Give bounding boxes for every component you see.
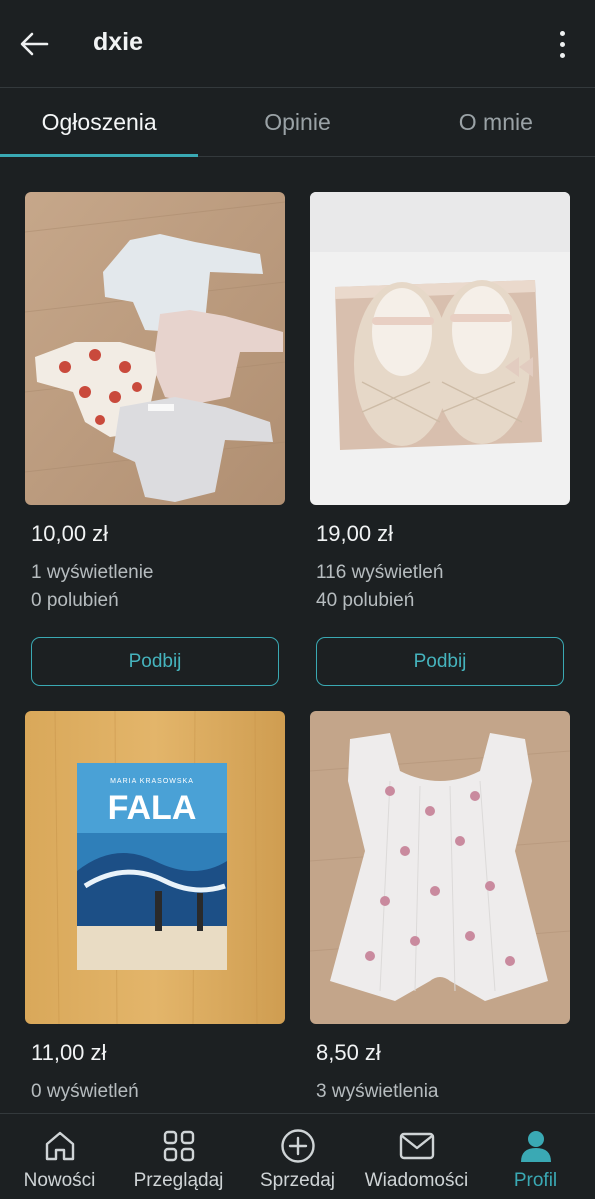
listing-views: 3 wyświetlenia: [316, 1081, 439, 1102]
home-icon: [43, 1128, 77, 1164]
baby-shoes-photo: [310, 192, 570, 505]
plus-circle-icon: [280, 1128, 316, 1164]
listings-grid: 10,00 zł 1 wyświetlenie 0 polubień Podbi…: [0, 158, 595, 1113]
top-bar: dxie: [0, 0, 595, 88]
listing-stats: 0 wyświetleń: [31, 1078, 285, 1106]
listing-views: 0 wyświetleń: [31, 1081, 139, 1102]
listing-stats: 116 wyświetleń 40 polubień: [316, 559, 570, 615]
page-title: dxie: [93, 28, 144, 56]
more-options-button[interactable]: [547, 24, 577, 64]
book-fala-photo: MARIA KRASOWSKA FALA: [25, 711, 285, 1024]
nav-item-messages[interactable]: Wiadomości: [357, 1114, 476, 1199]
floral-romper-photo: [310, 711, 570, 1024]
back-button[interactable]: [14, 24, 54, 64]
nav-item-browse[interactable]: Przeglądaj: [119, 1114, 238, 1199]
book-author-text: MARIA KRASOWSKA: [110, 778, 194, 785]
arrow-left-icon: [20, 32, 49, 56]
listing-views: 116 wyświetleń: [316, 562, 444, 583]
profile-tabs: Ogłoszenia Opinie O mnie: [0, 89, 595, 157]
app: dxie Ogłoszenia Opinie O mnie 10,00 zł 1…: [0, 0, 595, 1199]
nav-label: Profil: [513, 1170, 558, 1191]
listing-stats: 3 wyświetlenia: [316, 1078, 570, 1106]
nav-item-sell[interactable]: Sprzedaj: [238, 1114, 357, 1199]
listing-photo[interactable]: MARIA KRASOWSKA FALA: [25, 711, 285, 1024]
nav-label: Wiadomości: [364, 1170, 469, 1191]
person-icon: [519, 1128, 553, 1164]
nav-label: Przeglądaj: [133, 1170, 224, 1191]
book-title-text: FALA: [108, 789, 197, 827]
listing-views: 1 wyświetlenie: [31, 562, 154, 583]
listing-stats: 1 wyświetlenie 0 polubień: [31, 559, 285, 615]
listing-likes: 40 polubień: [316, 590, 415, 611]
nav-item-news[interactable]: Nowości: [0, 1114, 119, 1199]
listing-price: 11,00 zł: [31, 1040, 107, 1065]
more-vert-icon: [559, 30, 565, 36]
listing-likes: 0 polubień: [31, 590, 119, 611]
listing-card[interactable]: MARIA KRASOWSKA FALA 11,00 zł 0 wyświetl…: [25, 711, 285, 1106]
bottom-navigation: Nowości Przeglądaj Sprzedaj Wiadomości P…: [0, 1113, 595, 1199]
tab-about[interactable]: O mnie: [397, 89, 595, 156]
nav-item-profile[interactable]: Profil: [476, 1114, 595, 1199]
listing-photo[interactable]: [25, 192, 285, 505]
listing-price: 19,00 zł: [316, 521, 394, 546]
bump-button[interactable]: Podbij: [316, 637, 564, 686]
listing-price: 10,00 zł: [31, 521, 109, 546]
baby-bodysuits-photo: [25, 192, 285, 505]
nav-label: Sprzedaj: [260, 1170, 335, 1191]
mail-icon: [399, 1128, 435, 1164]
grid-icon: [162, 1128, 196, 1164]
tab-listings[interactable]: Ogłoszenia: [0, 89, 199, 157]
listing-price: 8,50 zł: [316, 1040, 381, 1065]
listing-card[interactable]: 8,50 zł 3 wyświetlenia: [310, 711, 570, 1106]
bump-button[interactable]: Podbij: [31, 637, 279, 686]
listing-photo[interactable]: [310, 192, 570, 505]
listing-photo[interactable]: [310, 711, 570, 1024]
tab-reviews[interactable]: Opinie: [198, 89, 396, 156]
listing-card[interactable]: 10,00 zł 1 wyświetlenie 0 polubień Podbi…: [25, 192, 285, 686]
nav-label: Nowości: [23, 1170, 96, 1191]
listing-card[interactable]: 19,00 zł 116 wyświetleń 40 polubień Podb…: [310, 192, 570, 686]
